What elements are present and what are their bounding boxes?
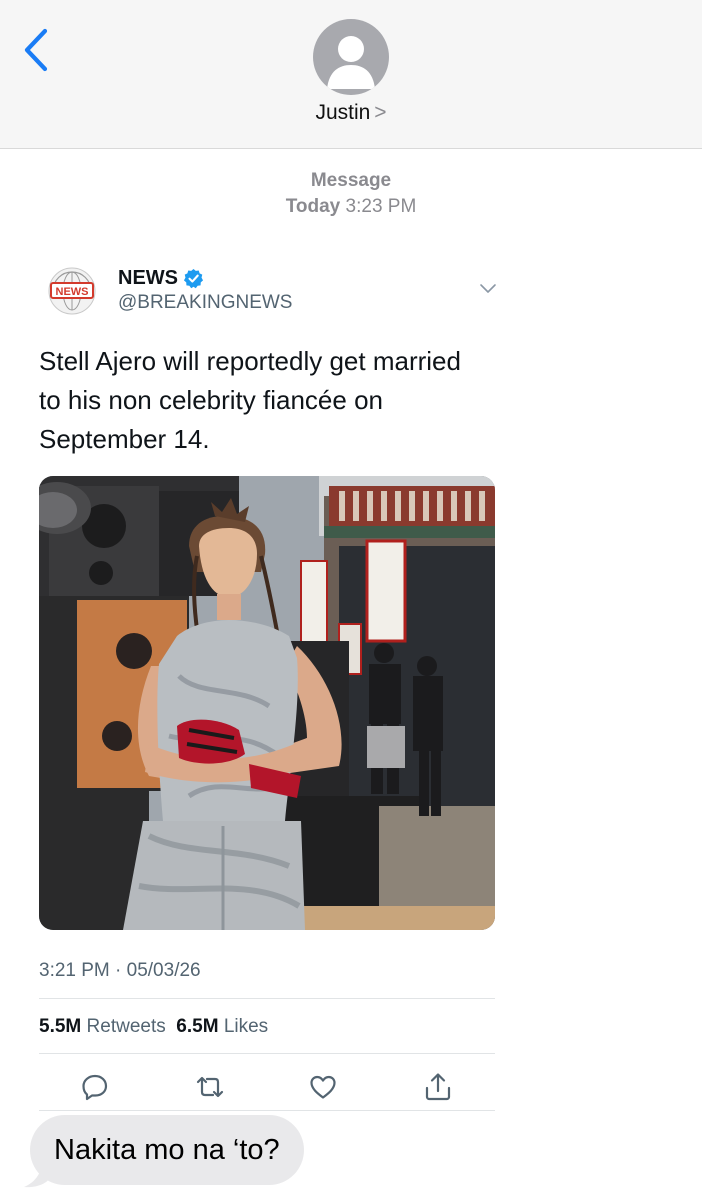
date-label: Today bbox=[285, 196, 341, 217]
news-logo-text: NEWS bbox=[56, 286, 89, 298]
divider bbox=[39, 998, 495, 999]
likes-count[interactable]: 6.5M bbox=[176, 1016, 218, 1037]
tweet-stats: 5.5M Retweets 6.5M Likes bbox=[39, 1016, 268, 1038]
tweet-author-name: NEWS bbox=[118, 267, 178, 289]
person-silhouette-icon bbox=[327, 36, 375, 89]
retweet-icon bbox=[196, 1076, 224, 1098]
tweet-author[interactable]: NEWS bbox=[118, 267, 204, 290]
news-logo: NEWS bbox=[48, 267, 96, 315]
divider bbox=[39, 1110, 495, 1111]
retweets-label[interactable]: Retweets bbox=[87, 1016, 166, 1037]
likes-label[interactable]: Likes bbox=[224, 1016, 268, 1037]
like-button[interactable] bbox=[306, 1070, 340, 1104]
messages-screen: Justin > Message Today 3:23 PM NEWS NEWS … bbox=[0, 0, 702, 1199]
share-button[interactable] bbox=[421, 1070, 455, 1104]
retweets-count[interactable]: 5.5M bbox=[39, 1016, 81, 1037]
contact-name: Justin bbox=[315, 101, 371, 124]
tweet-text: Stell Ajero will reportedly get married … bbox=[39, 346, 461, 454]
chevron-left-icon bbox=[24, 28, 48, 72]
time-value: 3:23 PM bbox=[345, 196, 417, 217]
contact-name-button[interactable]: Justin > bbox=[0, 101, 702, 125]
tweet-timestamp[interactable]: 3:21 PM · 05/03/26 bbox=[39, 960, 201, 982]
time-label: Today 3:23 PM bbox=[0, 196, 702, 218]
service-label: Message bbox=[310, 170, 392, 191]
divider bbox=[39, 1053, 495, 1054]
tweet-actions bbox=[39, 1066, 495, 1106]
like-icon bbox=[310, 1075, 336, 1099]
conversation-header: Justin > bbox=[0, 0, 702, 149]
contact-avatar[interactable] bbox=[313, 19, 389, 95]
chevron-down-icon[interactable] bbox=[479, 282, 497, 296]
tweet-photo[interactable] bbox=[39, 476, 495, 930]
message-bubble[interactable]: Nakita mo na ‘to? bbox=[30, 1115, 304, 1185]
message-timestamp: Message Today 3:23 PM bbox=[0, 170, 702, 218]
verified-badge-icon bbox=[183, 268, 204, 289]
tweet-photo-image bbox=[39, 476, 495, 930]
chevron-right-icon: > bbox=[374, 101, 387, 124]
reply-button[interactable] bbox=[78, 1070, 112, 1104]
share-icon bbox=[425, 1073, 451, 1101]
reply-icon bbox=[82, 1074, 108, 1101]
tweet-author-handle[interactable]: @BREAKINGNEWS bbox=[118, 292, 292, 314]
retweet-button[interactable] bbox=[193, 1070, 227, 1104]
back-button[interactable] bbox=[18, 26, 58, 74]
